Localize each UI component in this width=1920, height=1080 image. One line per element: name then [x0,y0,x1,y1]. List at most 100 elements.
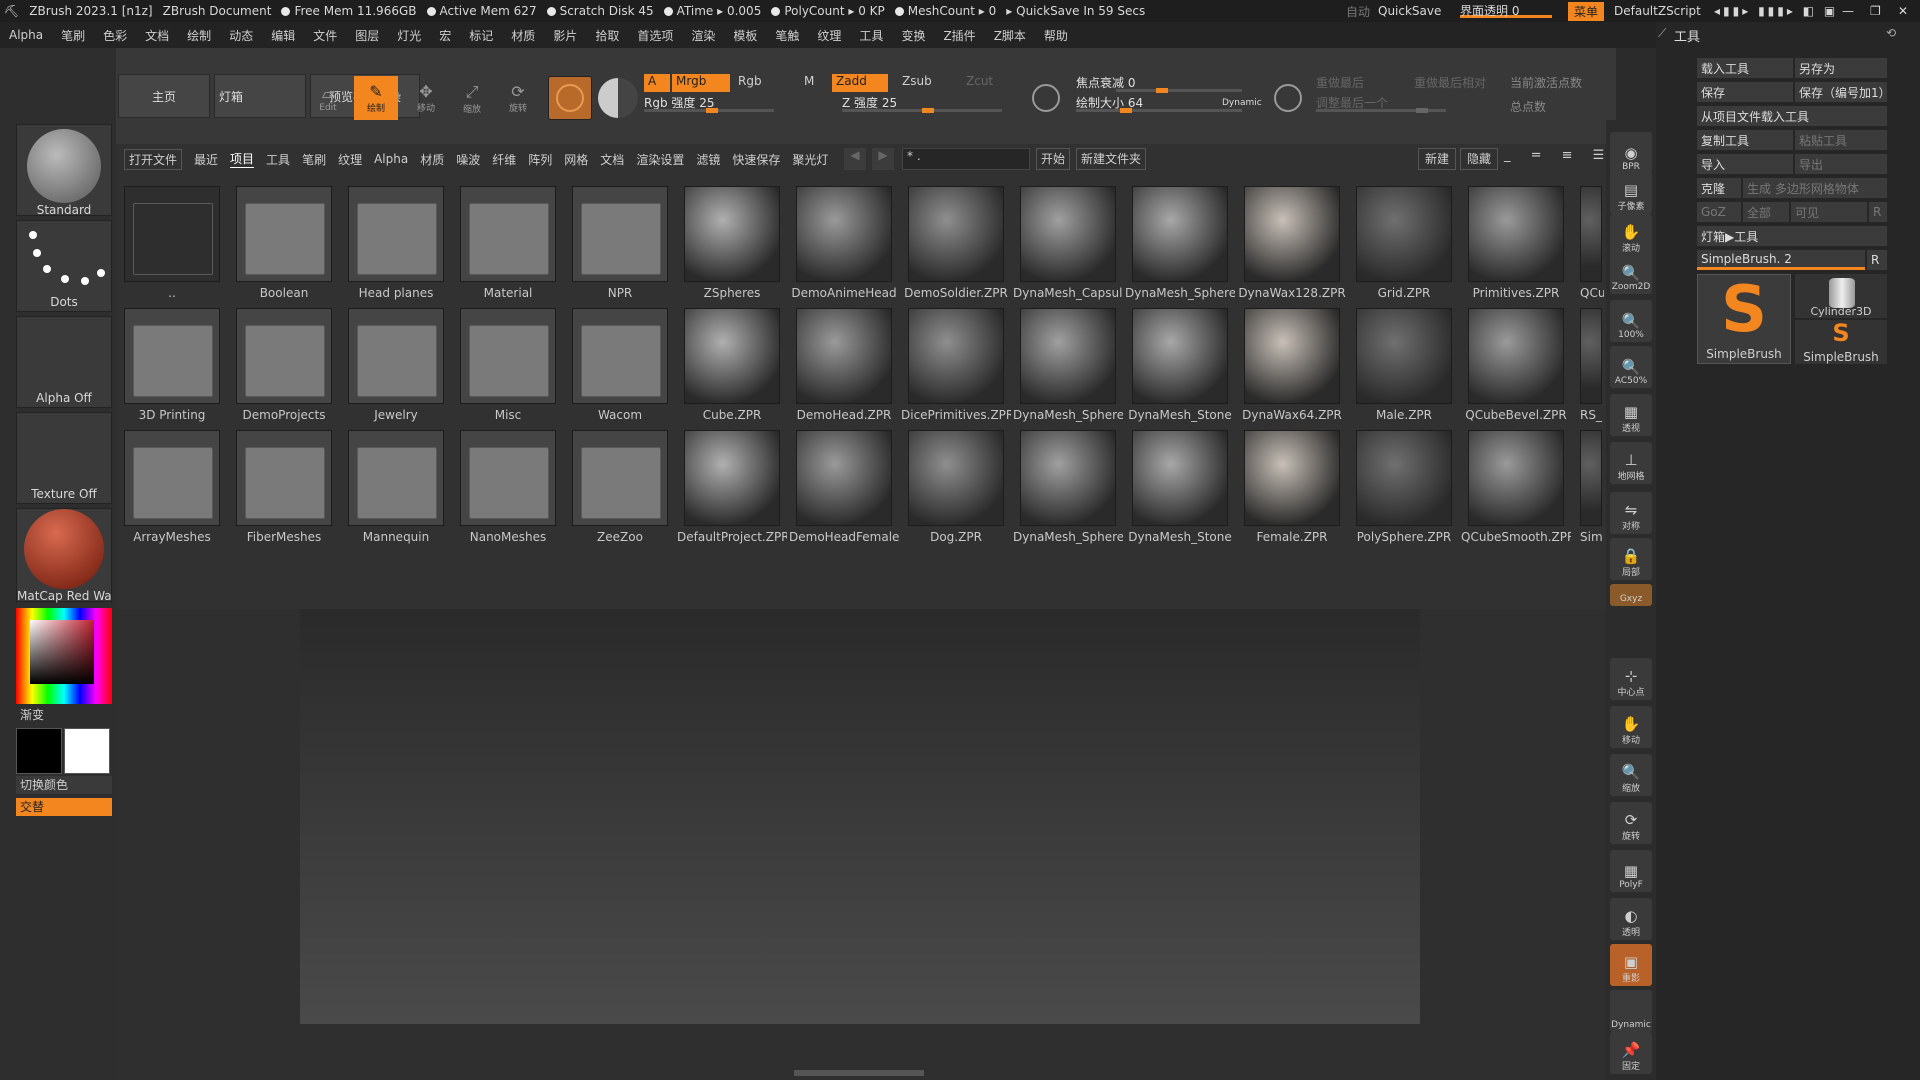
tab-array[interactable]: 阵列 [528,151,552,168]
right-shelf-button[interactable]: ⊹ 中心点 [1610,658,1652,700]
lightbox-thumbnail[interactable] [1580,186,1602,282]
lightbox-button[interactable]: 灯箱 [214,74,306,118]
menu-item[interactable]: 绘制 [178,27,220,44]
lightbox-thumbnail[interactable] [684,308,780,404]
lightbox-thumbnail[interactable] [1468,430,1564,526]
rgb-toggle[interactable]: Rgb [738,74,778,92]
tab-alpha[interactable]: Alpha [374,152,408,166]
lightbox-thumbnail[interactable] [1132,430,1228,526]
make-polymesh-button[interactable]: 生成 多边形网格物体 [1743,178,1887,198]
lightbox-thumbnail[interactable] [1132,186,1228,282]
pin-icon[interactable]: ⟋ [1658,26,1666,41]
menu-item[interactable]: Z脚本 [985,27,1035,44]
lightbox-thumbnail[interactable] [1580,308,1602,404]
menu-toggle-button[interactable]: 菜单 [1568,2,1605,21]
main-color-swatch[interactable] [16,728,62,774]
lightbox-tools-button[interactable]: 灯箱▶工具 [1697,226,1887,246]
a-toggle[interactable]: A [644,74,670,92]
menu-item[interactable]: 动态 [220,27,262,44]
tab-material[interactable]: 材质 [420,151,444,168]
tab-fiber[interactable]: 纤维 [492,151,516,168]
lightbox-thumbnail[interactable] [348,430,444,526]
lightbox-thumbnail[interactable] [796,430,892,526]
tool-thumb-simplebrush[interactable]: S SimpleBrush [1697,274,1791,364]
tab-render-settings[interactable]: 渲染设置 [636,151,684,168]
rgb-intensity-slider[interactable]: Rgb 强度 25 [644,94,774,113]
right-shelf-button[interactable]: 🔍 100% [1610,300,1652,342]
dynamic-toggle[interactable]: Dynamic [1222,98,1262,108]
tab-filter[interactable]: 滤镜 [696,151,720,168]
load-from-project-button[interactable]: 从项目文件载入工具 [1697,106,1887,126]
focal-shift-icon[interactable] [1032,84,1060,112]
right-shelf-button[interactable]: 🔍 AC50% [1610,346,1652,388]
menu-item[interactable]: 笔刷 [52,27,94,44]
menu-item[interactable]: 编辑 [262,27,304,44]
right-shelf-button[interactable]: ⇋ 对称 [1610,492,1652,534]
lightbox-thumbnail[interactable] [348,186,444,282]
lightbox-thumbnail[interactable] [124,308,220,404]
adjust-last-slider[interactable]: 调整最后一个 [1316,94,1446,113]
lightbox-thumbnail[interactable] [1020,186,1116,282]
right-shelf-button[interactable]: ⟳ 旋转 [1610,802,1652,844]
stroke-selector[interactable]: Dots [16,220,112,312]
menu-item[interactable]: 模板 [724,27,766,44]
maximize-icon[interactable]: ❐ [1870,4,1881,18]
load-tool-button[interactable]: 载入工具 [1697,58,1793,78]
menu-item[interactable]: Alpha [0,28,52,42]
tab-document[interactable]: 文档 [600,151,624,168]
replay-last-button[interactable]: 重做最后 [1316,74,1364,91]
refresh-icon[interactable]: ⟲ [1886,26,1896,40]
right-shelf-button[interactable]: ⊥ 地网格 [1610,442,1652,484]
right-shelf-button[interactable]: Gxyz [1610,584,1652,606]
tab-texture[interactable]: 纹理 [338,151,362,168]
material-swatch-button[interactable] [548,76,592,120]
right-shelf-button[interactable]: 🔍 Zoom2D [1610,252,1652,294]
right-shelf-button[interactable]: 🔒 局部 [1610,538,1652,580]
brush-selector[interactable]: Standard [16,124,112,217]
lightbox-thumbnail[interactable] [1356,430,1452,526]
save-button[interactable]: 保存 [1697,82,1793,102]
alpha-selector[interactable]: Alpha Off [16,316,112,408]
copy-tool-button[interactable]: 复制工具 [1697,130,1793,150]
menu-item[interactable]: 变换 [892,27,934,44]
color-square[interactable] [30,620,94,684]
tab-noise[interactable]: 噪波 [456,151,480,168]
lightbox-thumbnail[interactable] [236,430,332,526]
menu-item[interactable]: 图层 [346,27,388,44]
tab-tool[interactable]: 工具 [266,151,290,168]
goz-visible-button[interactable]: 可见 [1791,202,1867,222]
menu-item[interactable]: 宏 [430,27,460,44]
material-selector[interactable]: MatCap Red Wax [16,508,112,603]
rotate-button[interactable]: ⟳ 旋转 [498,78,538,118]
view-size-icons[interactable]: _ = ≡ ☰ [1504,148,1612,163]
lightbox-thumbnail[interactable] [1356,308,1452,404]
z-intensity-slider[interactable]: Z 强度 25 [842,94,1002,113]
tab-brush[interactable]: 笔刷 [302,151,326,168]
menu-item[interactable]: 灯光 [388,27,430,44]
lightbox-thumbnail[interactable] [460,430,556,526]
draw-button[interactable]: ✎ 绘制 [354,76,398,120]
alternate-button[interactable]: 交替 [16,798,112,816]
lightbox-thumbnail[interactable] [460,308,556,404]
right-shelf-button[interactable]: ▤ 子像素 [1610,172,1652,214]
lightbox-thumbnail[interactable] [684,430,780,526]
menu-item[interactable]: 笔触 [766,27,808,44]
menu-item[interactable]: 影片 [544,27,586,44]
import-button[interactable]: 导入 [1697,154,1793,174]
texture-selector[interactable]: Texture Off [16,412,112,504]
lightbox-thumbnail[interactable] [236,308,332,404]
layout-icons[interactable]: ◂▮▮▸ ▮▮▮▸ ◧ ▣ [1714,4,1838,18]
m-toggle[interactable]: M [804,74,824,92]
lightbox-thumbnail[interactable] [348,308,444,404]
lightbox-thumbnail[interactable] [1020,308,1116,404]
right-shelf-button[interactable]: ◉ BPR [1610,132,1652,174]
menu-item[interactable]: 拾取 [586,27,628,44]
menu-item[interactable]: 色彩 [94,27,136,44]
lightbox-thumbnail[interactable] [1244,186,1340,282]
lightbox-thumbnail[interactable] [1580,430,1602,526]
lightbox-thumbnail[interactable] [460,186,556,282]
zadd-toggle[interactable]: Zadd [832,74,888,92]
document-canvas[interactable] [300,609,1420,1024]
menu-item[interactable]: 标记 [460,27,502,44]
lightbox-thumbnail[interactable] [124,186,220,282]
